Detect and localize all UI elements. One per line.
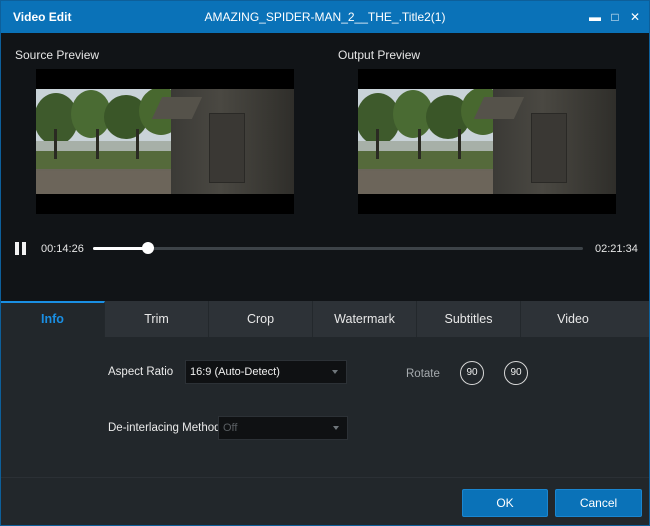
- pause-icon: [22, 242, 26, 255]
- source-video-frame: [36, 69, 294, 214]
- preview-area: Source Preview Output Preview 00:14:26 0…: [1, 33, 649, 301]
- cancel-button[interactable]: Cancel: [555, 489, 642, 517]
- tab-crop[interactable]: Crop: [209, 301, 313, 337]
- rotate-left-button[interactable]: 90: [460, 361, 484, 385]
- pause-button[interactable]: [14, 242, 28, 256]
- ground-graphic: [36, 171, 176, 194]
- total-time: 02:21:34: [595, 243, 638, 255]
- aspect-ratio-select[interactable]: 16:9 (Auto-Detect): [185, 360, 347, 384]
- building-graphic: [151, 89, 294, 194]
- building-graphic: [473, 89, 616, 194]
- seek-slider[interactable]: [93, 242, 583, 254]
- source-video-image: [36, 89, 294, 194]
- rotate-right-button[interactable]: 90: [504, 361, 528, 385]
- tab-video[interactable]: Video: [521, 301, 625, 337]
- dialog-buttons: OK Cancel: [1, 477, 649, 525]
- file-title: AMAZING_SPIDER-MAN_2__THE_.Title2(1): [204, 10, 446, 24]
- chevron-down-icon: [332, 370, 338, 374]
- source-preview-label: Source Preview: [15, 48, 100, 62]
- edit-tabs: Info Trim Crop Watermark Subtitles Video: [1, 301, 649, 337]
- current-time: 00:14:26: [41, 243, 84, 255]
- tab-trim[interactable]: Trim: [105, 301, 209, 337]
- maximize-button[interactable]: □: [605, 7, 625, 27]
- close-button[interactable]: ✕: [625, 7, 645, 27]
- deinterlacing-value: Off: [223, 422, 238, 434]
- deinterlacing-select[interactable]: Off: [218, 416, 348, 440]
- aspect-ratio-label: Aspect Ratio: [108, 366, 174, 378]
- chevron-down-icon: [333, 426, 339, 430]
- aspect-ratio-value: 16:9 (Auto-Detect): [190, 366, 280, 378]
- title-bar[interactable]: Video Edit AMAZING_SPIDER-MAN_2__THE_.Ti…: [1, 1, 649, 33]
- ok-button[interactable]: OK: [462, 489, 548, 517]
- tab-subtitles[interactable]: Subtitles: [417, 301, 521, 337]
- seek-progress: [93, 247, 149, 250]
- rotate-left-icon: 90: [466, 367, 478, 378]
- output-preview-label: Output Preview: [338, 48, 421, 62]
- tab-watermark[interactable]: Watermark: [313, 301, 417, 337]
- rotate-right-icon: 90: [510, 367, 522, 378]
- rotate-label: Rotate: [406, 368, 440, 380]
- tab-info[interactable]: Info: [1, 301, 105, 337]
- minimize-button[interactable]: ▬: [585, 7, 605, 27]
- deinterlacing-label: De-interlacing Method: [108, 422, 221, 434]
- video-edit-window: Video Edit AMAZING_SPIDER-MAN_2__THE_.Ti…: [0, 0, 650, 526]
- output-video-frame: [358, 69, 616, 214]
- seek-thumb[interactable]: [142, 242, 155, 254]
- ground-graphic: [358, 171, 498, 194]
- pause-icon: [15, 242, 19, 255]
- output-video-image: [358, 89, 616, 194]
- info-panel: Aspect Ratio 16:9 (Auto-Detect) De-inter…: [1, 337, 649, 477]
